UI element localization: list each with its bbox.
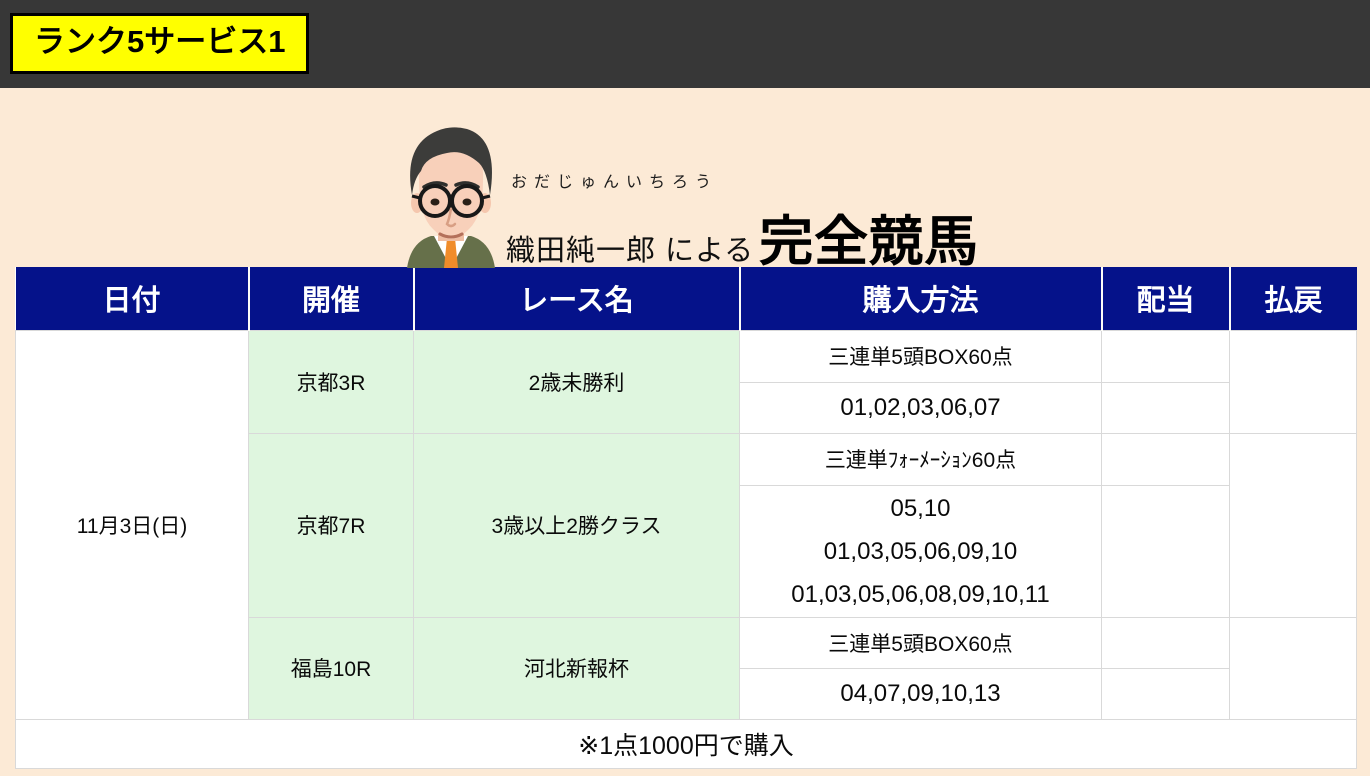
purchase-method-cell: 三連単5頭BOX60点 — [740, 330, 1102, 382]
venue-cell-kyoto3r: 京都3R — [249, 330, 414, 433]
refund-cell — [1230, 330, 1357, 433]
col-header-date: 日付 — [16, 267, 249, 330]
dividend-cell — [1102, 433, 1230, 485]
horse-numbers-cell: 05,10 01,03,05,06,09,10 01,03,05,06,08,0… — [740, 485, 1102, 617]
author-name: 織田純一郎 による — [506, 227, 754, 269]
dividend-cell — [1102, 617, 1230, 668]
race-name-cell: 3歳以上2勝クラス — [414, 433, 740, 617]
dividend-cell — [1102, 485, 1230, 617]
purchase-method-cell: 三連単ﾌｫｰﾒｰｼｮﾝ60点 — [740, 433, 1102, 485]
race-name-cell: 河北新報杯 — [414, 617, 740, 719]
formation-line-1: 05,10 — [740, 487, 1101, 530]
col-header-refund: 払戻 — [1230, 267, 1357, 330]
formation-line-2: 01,03,05,06,09,10 — [740, 530, 1101, 573]
col-header-purchase-method: 購入方法 — [740, 267, 1102, 330]
table-row: 11月3日(日) 京都3R 2歳未勝利 三連単5頭BOX60点 — [16, 330, 1357, 382]
hero-section: おだじゅんいちろう 織田純一郎 による 完全競馬 — [0, 88, 1370, 267]
dividend-cell — [1102, 668, 1230, 719]
dividend-cell — [1102, 382, 1230, 433]
table-note-row: ※1点1000円で購入 — [16, 719, 1357, 768]
horse-numbers-cell: 04,07,09,10,13 — [740, 668, 1102, 719]
col-header-venue: 開催 — [249, 267, 414, 330]
venue-cell-kyoto7r: 京都7R — [249, 433, 414, 617]
page: ランク5サービス1 — [0, 0, 1370, 776]
top-bar: ランク5サービス1 — [0, 0, 1370, 88]
dividend-cell — [1102, 330, 1230, 382]
hero-title-block: おだじゅんいちろう 織田純一郎 による 完全競馬 — [506, 168, 979, 276]
venue-cell-fukushima10r: 福島10R — [249, 617, 414, 719]
horse-numbers-cell: 01,02,03,06,07 — [740, 382, 1102, 433]
rank-service-badge: ランク5サービス1 — [10, 13, 309, 74]
purchase-note: ※1点1000円で購入 — [16, 719, 1357, 768]
purchase-method-cell: 三連単5頭BOX60点 — [740, 617, 1102, 668]
date-cell: 11月3日(日) — [16, 330, 249, 719]
col-header-dividend: 配当 — [1102, 267, 1230, 330]
service-title: 完全競馬 — [759, 197, 979, 276]
author-furigana: おだじゅんいちろう — [511, 168, 979, 192]
title-line: 織田純一郎 による 完全競馬 — [506, 197, 979, 276]
refund-cell — [1230, 433, 1357, 617]
man-portrait-illustration — [397, 121, 505, 268]
formation-line-3: 01,03,05,06,08,09,10,11 — [740, 573, 1101, 616]
table-header-row: 日付 開催 レース名 購入方法 配当 払戻 — [16, 267, 1357, 330]
race-table: 日付 開催 レース名 購入方法 配当 払戻 11月3日(日) 京都3R 2歳未勝… — [15, 267, 1357, 769]
author-avatar — [397, 121, 505, 267]
col-header-race-name: レース名 — [414, 267, 740, 330]
race-name-cell: 2歳未勝利 — [414, 330, 740, 433]
refund-cell — [1230, 617, 1357, 719]
